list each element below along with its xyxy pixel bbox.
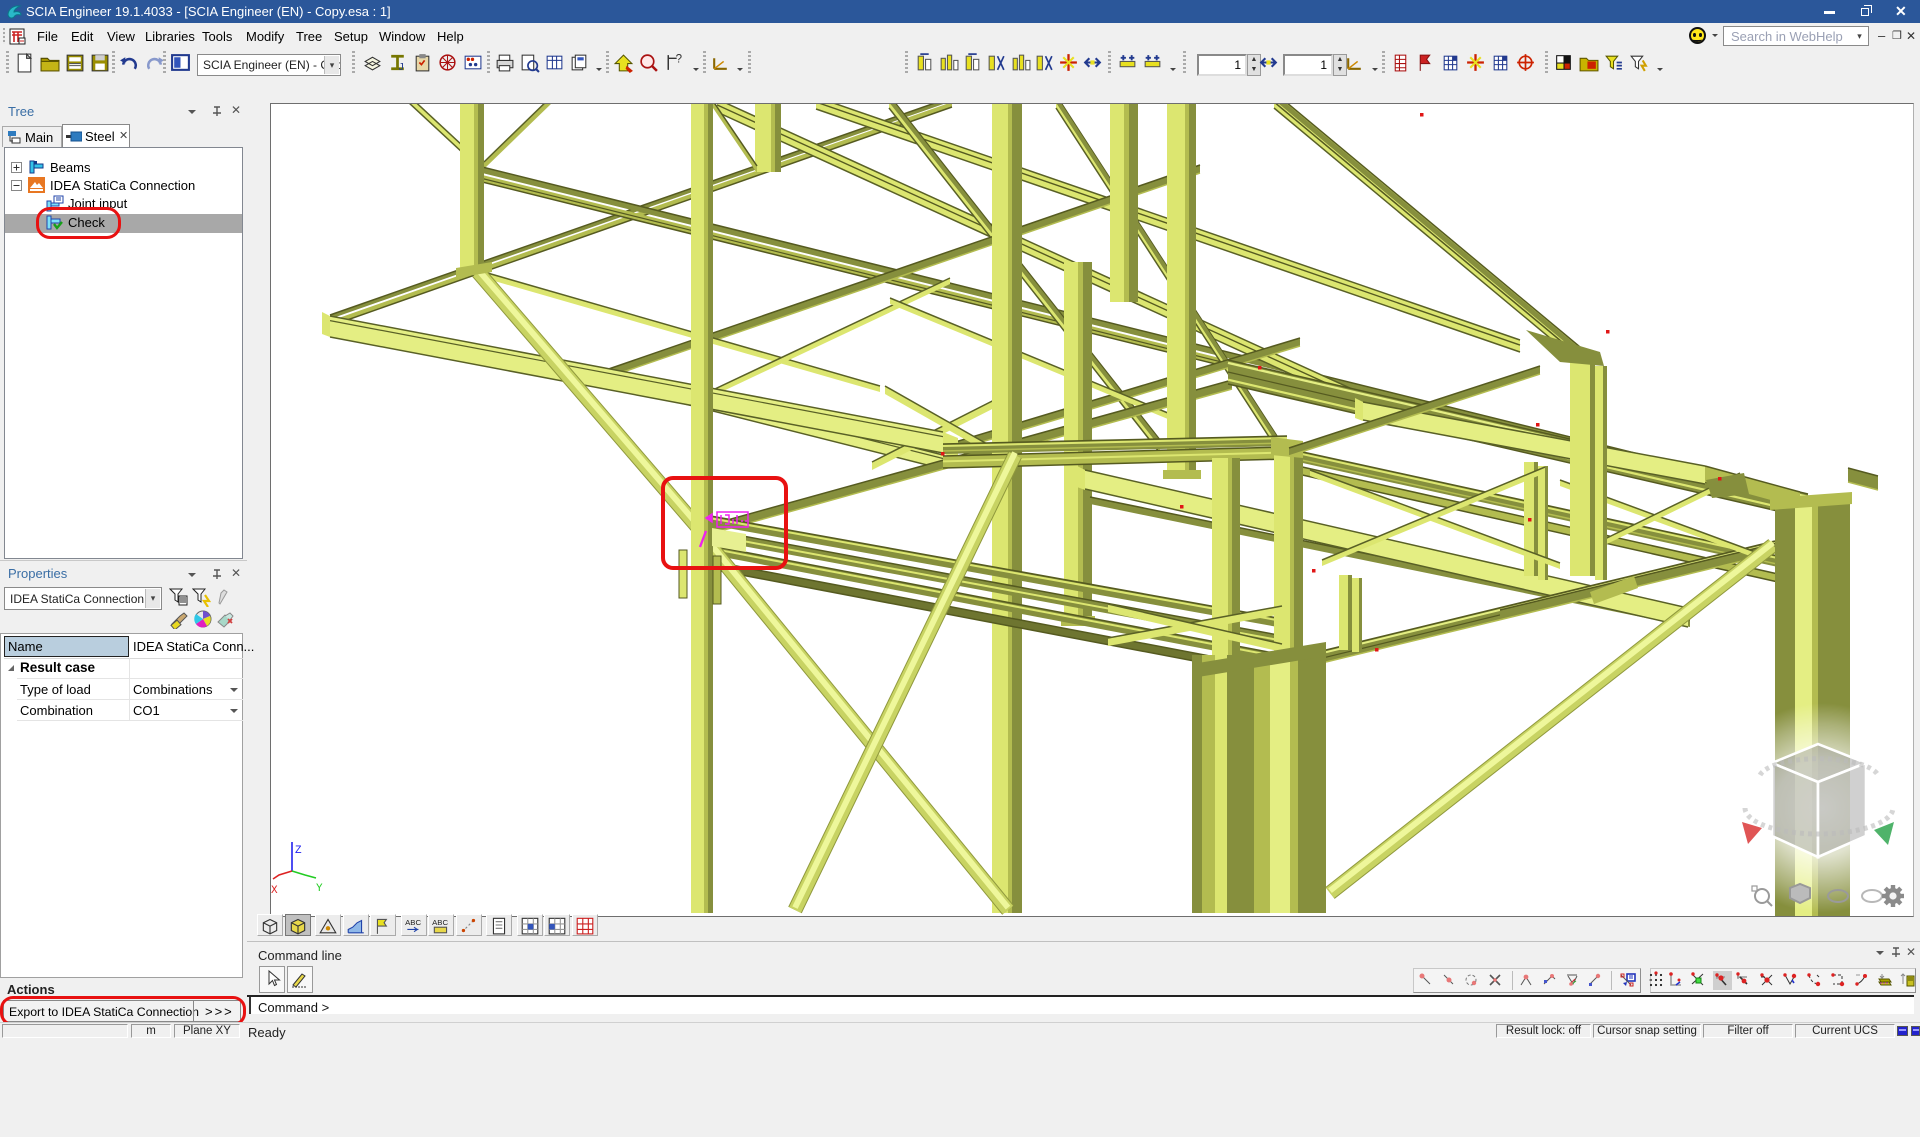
svg-text:?: ? <box>676 54 682 66</box>
svg-text:J: J <box>399 61 404 73</box>
svg-text:Z: Z <box>295 845 302 857</box>
svg-text:Y: Y <box>316 883 323 895</box>
svg-text:X: X <box>271 885 278 897</box>
svg-text:ABC: ABC <box>405 918 421 927</box>
svg-text:ABC: ABC <box>432 918 448 927</box>
